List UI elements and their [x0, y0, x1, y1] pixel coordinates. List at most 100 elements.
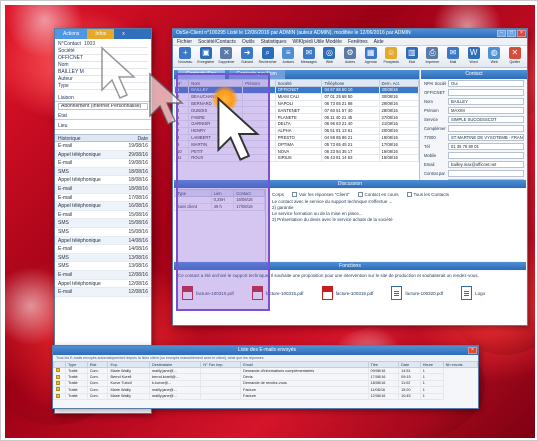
attachment-item[interactable]: facture-100320.pdf: [391, 286, 443, 300]
contact-field-input[interactable]: [448, 152, 524, 159]
menu-item[interactable]: WIKIpédi Utile Modèle: [292, 38, 341, 45]
history-type: Appel téléphonique: [58, 151, 101, 158]
column-header[interactable]: Société: [274, 79, 323, 87]
mail-window: Liste des E-mails envoyés × Tous les E-m…: [52, 345, 479, 409]
contact-field-input[interactable]: ST MARTINE DE VYSOTEMB · FRANCE: [448, 134, 524, 141]
toolbar-button[interactable]: ⌕ Rechercher: [258, 47, 277, 66]
toolbar-label: Word: [469, 60, 478, 64]
mail-status-icon: [56, 387, 60, 392]
minimize-icon[interactable]: –: [497, 30, 506, 37]
history-item[interactable]: E-mail 18/08/16: [55, 184, 151, 194]
toolbar-button[interactable]: ✕ Supprimer: [217, 47, 236, 66]
toolbar-button[interactable]: ◍ Web: [485, 47, 504, 66]
contact-field-input[interactable]: BAILLEY: [448, 98, 524, 105]
table-cell: SANTENET: [274, 106, 323, 115]
attachment-item[interactable]: Logo: [461, 286, 485, 300]
table-cell: 05 73 65 45 21: [321, 140, 380, 149]
history-date: 19/08/16: [128, 160, 148, 167]
checkbox-current-contact[interactable]: Contact en cours: [357, 192, 399, 198]
checkbox-icon[interactable]: [357, 192, 363, 197]
contact-field-input[interactable]: bailley.max@officnet.net: [448, 161, 524, 168]
history-item[interactable]: E-mail 12/08/16: [55, 270, 151, 280]
row-select-cell[interactable]: [53, 392, 67, 400]
contact-field-input[interactable]: SIMPLE SUCCESSCOT: [448, 116, 524, 123]
checkbox-icon[interactable]: [292, 192, 298, 197]
history-type: E-mail: [58, 246, 73, 253]
column-header[interactable]: Téléphone: [321, 79, 380, 87]
history-list: E-mail 19/08/16 Appel téléphonique 29/08/16…: [55, 142, 151, 297]
contact-field-input[interactable]: [448, 170, 524, 177]
close-icon[interactable]: x: [114, 29, 133, 39]
toolbar-label: Etat: [408, 60, 415, 64]
menu-item[interactable]: Société/Contacts: [198, 38, 236, 45]
toolbar-button[interactable]: ✉ Mail: [444, 47, 463, 66]
menu-item[interactable]: Statistiques: [261, 38, 287, 45]
contact-field-input[interactable]: [448, 125, 524, 132]
checkbox-all-contacts[interactable]: Tous les Contacts: [406, 192, 449, 198]
toolbar-button[interactable]: ➜ Suivant: [238, 47, 257, 66]
tab-infos[interactable]: Infos: [87, 29, 115, 39]
history-item[interactable]: E-mail 15/08/16: [55, 211, 151, 220]
history-item[interactable]: E-mail 14/08/16: [55, 245, 151, 254]
column-header[interactable]: Dern. Act.: [378, 79, 420, 87]
history-item[interactable]: Appel téléphonique 29/08/16: [55, 150, 151, 160]
history-type: E-mail: [58, 289, 73, 296]
close-icon[interactable]: ×: [468, 347, 477, 354]
history-item[interactable]: SMS 15/08/16: [55, 228, 151, 237]
contact-field-row: 77000 ST MARTINE DE VYSOTEMB · FRANCE: [421, 133, 527, 142]
history-item[interactable]: E-mail 17/08/16: [55, 194, 151, 203]
contact-field-input[interactable]: Oui: [448, 80, 524, 87]
table-cell: 29/08/16: [378, 99, 420, 108]
toolbar-button[interactable]: + Nouveau: [176, 47, 195, 66]
history-item[interactable]: SMS 18/08/16: [55, 167, 151, 177]
menu-item[interactable]: Aide: [374, 38, 384, 45]
toolbar-button[interactable]: ✕ Quitter: [506, 47, 525, 66]
toolbar-button[interactable]: ▦ Agenda: [361, 47, 380, 66]
toolbar-button[interactable]: ▥ Etat: [403, 47, 422, 66]
contact-field-row: Service SIMPLE SUCCESSCOT: [421, 115, 527, 124]
discussion-text[interactable]: Le contact avec le service du support te…: [272, 199, 522, 223]
table-cell: 07 01 25 68 50: [321, 92, 380, 101]
table-cell: PRESTO: [274, 133, 323, 142]
checkbox-icon[interactable]: [406, 192, 412, 197]
attachment-item[interactable]: facture-100319.pdf: [321, 286, 373, 300]
toolbar-button[interactable]: ▣ Enregistrer: [197, 47, 216, 66]
history-item[interactable]: SMS 13/08/16: [55, 262, 151, 271]
toolbar-button[interactable]: ✉ Messages: [300, 47, 319, 66]
history-item[interactable]: SMS 13/08/16: [55, 253, 151, 263]
maximize-icon[interactable]: □: [507, 30, 516, 37]
history-item[interactable]: E-mail 19/08/16: [55, 159, 151, 168]
chart-icon: ▥: [405, 47, 418, 59]
table-cell: NOVA: [274, 147, 323, 155]
contact-field-input[interactable]: MAXIM: [448, 107, 524, 114]
contact-field-input[interactable]: [448, 89, 524, 96]
column-header[interactable]: Nb envois: [442, 361, 478, 368]
close-icon: ✕: [508, 47, 521, 59]
toolbar-label: Suivant: [241, 60, 253, 64]
history-item[interactable]: Appel téléphonique 16/08/16: [55, 202, 151, 211]
history-item[interactable]: E-mail 12/08/16: [55, 288, 151, 297]
toolbar-button[interactable]: ≡ Actions: [279, 47, 298, 66]
toolbar-button[interactable]: W Word: [464, 47, 483, 66]
tab-actions[interactable]: Actions: [55, 29, 88, 39]
table-cell: 12/08/16: [367, 392, 400, 400]
history-item[interactable]: E-mail 19/08/16: [55, 142, 151, 151]
toolbar-button[interactable]: ⚙ Autres: [341, 47, 360, 66]
history-item[interactable]: SMS 15/08/16: [55, 219, 151, 228]
history-item[interactable]: Appel téléphonique 12/08/16: [55, 280, 151, 289]
toolbar-button[interactable]: ☺ Prospects: [382, 47, 401, 66]
menu-item[interactable]: Outils: [242, 38, 255, 45]
menu-item[interactable]: Fenêtres: [348, 38, 368, 45]
contact-field-input[interactable]: 01 35 78 80 01: [448, 143, 524, 150]
table-cell: 20/08/16: [378, 126, 420, 135]
attachment-name: facture-100315.pdf: [265, 290, 304, 296]
table-row[interactable]: Traité Com. Marie Wailly mailly.jane@... Fac…: [53, 392, 478, 400]
history-item[interactable]: Appel téléphonique 14/08/16: [55, 236, 151, 246]
toolbar-button[interactable]: ◎ Web: [320, 47, 339, 66]
checkbox-client-replies[interactable]: Voir les réponses "Client": [292, 192, 350, 198]
toolbar-button[interactable]: ⎙ Imprimer: [423, 47, 442, 66]
menu-item[interactable]: Fichier: [177, 38, 192, 45]
toolbar-label: Actions: [282, 60, 294, 64]
history-item[interactable]: Appel téléphonique 18/08/16: [55, 176, 151, 185]
close-icon[interactable]: ×: [517, 30, 526, 37]
